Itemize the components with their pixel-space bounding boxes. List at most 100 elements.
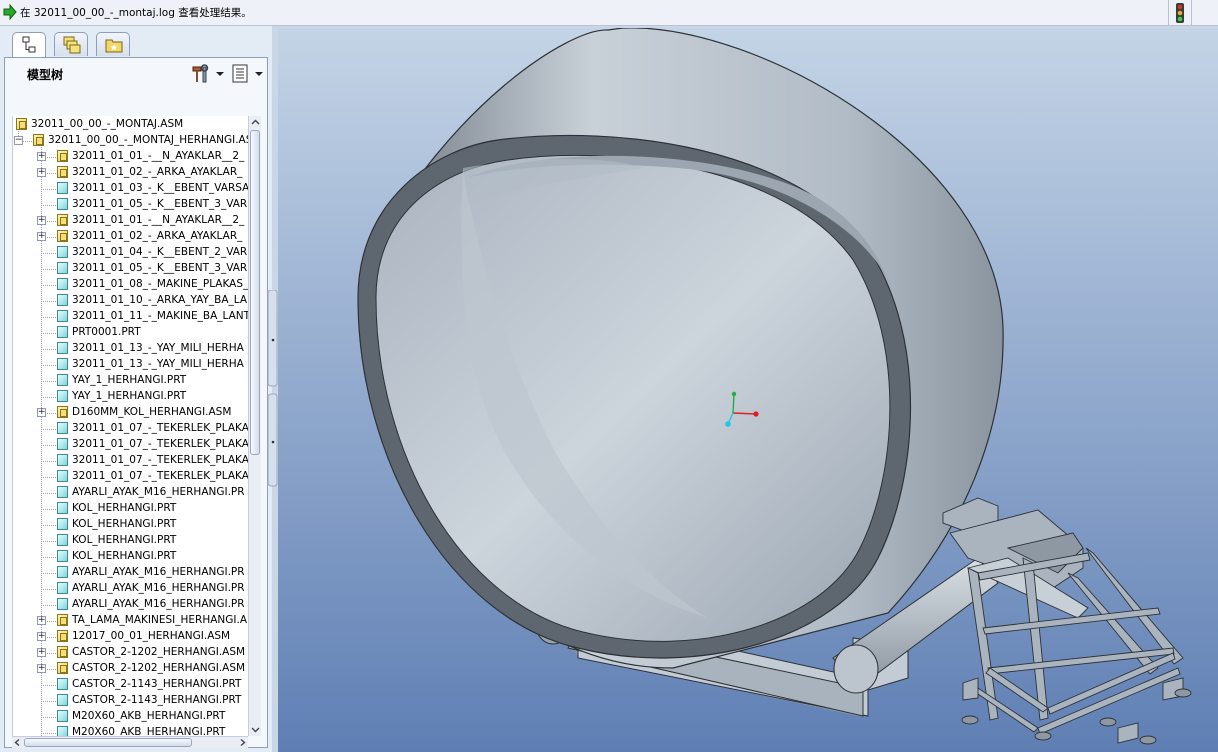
part-icon (57, 374, 68, 386)
tree-expand-toggle[interactable]: + (37, 632, 46, 641)
tree-item[interactable]: YAY_1_HERHANGI.PRT (13, 389, 249, 405)
tree-item[interactable]: + D160MM_KOL_HERHANGI.ASM (13, 405, 249, 421)
navigator-panel: 模型树 32011_00_00_-_MONTAJ.ASM −32011_00_00… (0, 26, 272, 752)
part-icon (57, 486, 68, 498)
tree-item[interactable]: 32011_01_07_-_TEKERLEK_PLAKA (13, 421, 249, 437)
tree-item[interactable]: − 32011_00_00_-_MONTAJ_HERHANGI.ASM (13, 133, 249, 149)
tree-item[interactable]: M20X60_AKB_HERHANGI.PRT (13, 709, 249, 725)
message-bar: 在 32011_00_00_-_montaj.log 查看处理结果。 (0, 0, 1218, 26)
tab-model-tree[interactable] (12, 32, 46, 58)
part-icon (57, 326, 68, 338)
tab-favorites[interactable] (96, 32, 130, 56)
tree-item[interactable]: 32011_01_13_-_YAY_MILI_HERHA (13, 357, 249, 373)
tree-expand-toggle[interactable]: + (37, 152, 46, 161)
tree-item[interactable]: 32011_01_03_-_K__EBENT_VARSA (13, 181, 249, 197)
part-icon (57, 262, 68, 274)
tree-item-label: 32011_01_05_-_K__EBENT_3_VAR (72, 262, 248, 274)
model-tree[interactable]: 32011_00_00_-_MONTAJ.ASM − 32011_00_00_-_M… (12, 116, 249, 736)
tree-item[interactable]: + CASTOR_2-1202_HERHANGI.ASM (13, 645, 249, 661)
green-arrow-icon (3, 3, 17, 23)
panel-title: 模型树 (27, 68, 64, 82)
part-icon (57, 502, 68, 514)
tree-guide-line (41, 557, 56, 558)
part-icon (57, 710, 68, 722)
part-icon (57, 438, 68, 450)
3d-model-view[interactable] (278, 28, 1218, 752)
scrollbar-thumb[interactable] (24, 738, 192, 747)
tree-item[interactable]: +32011_01_02_-_ARKA_AYAKLAR_ (13, 165, 249, 181)
tree-item[interactable]: KOL_HERHANGI.PRT (13, 533, 249, 549)
tree-expand-toggle[interactable]: + (37, 616, 46, 625)
horizontal-scrollbar[interactable] (12, 736, 248, 748)
list-options-icon (232, 64, 248, 83)
scroll-down-icon[interactable] (250, 724, 261, 735)
tree-item[interactable]: +12017_00_01_HERHANGI.ASM (13, 629, 249, 645)
assembly-icon (57, 166, 68, 178)
tree-item[interactable]: PRT0001.PRT (13, 325, 249, 341)
tree-item-label: D160MM_KOL_HERHANGI.ASM (72, 406, 232, 418)
show-dropdown-button[interactable] (229, 63, 265, 85)
part-icon (57, 550, 68, 562)
tab-layers[interactable] (54, 32, 88, 56)
tree-item[interactable]: 32011_01_07_-_TEKERLEK_PLAKA (13, 453, 249, 469)
tree-item[interactable]: CASTOR_2-1143_HERHANGI.PRT (13, 693, 249, 709)
tree-item[interactable]: +32011_01_02_-_ARKA_AYAKLAR_ (13, 229, 249, 245)
tree-item[interactable]: 32011_01_05_-_K__EBENT_3_VAR (13, 261, 249, 277)
tree-expand-toggle[interactable]: + (37, 664, 46, 673)
traffic-light-icon (1176, 3, 1184, 23)
tree-expand-toggle[interactable]: + (37, 648, 46, 657)
tree-item[interactable]: KOL_HERHANGI.PRT (13, 501, 249, 517)
assembly-icon (57, 614, 68, 626)
part-icon (57, 358, 68, 370)
tree-item[interactable]: + TA_LAMA_MAKINESI_HERHANGI.A (13, 613, 249, 629)
tree-expand-toggle[interactable]: + (37, 216, 46, 225)
tree-root-item[interactable]: 32011_00_00_-_MONTAJ.ASM (13, 117, 249, 133)
tree-collapse-toggle[interactable]: − (14, 136, 23, 145)
tree-item[interactable]: 32011_01_07_-_TEKERLEK_PLAKA (13, 469, 249, 485)
tree-item-label: 32011_01_04_-_K__EBENT_2_VAR (72, 246, 248, 258)
tree-item[interactable]: +32011_01_01_-__N_AYAKLAR__2_ (13, 213, 249, 229)
part-icon (57, 470, 68, 482)
tree-item[interactable]: + CASTOR_2-1202_HERHANGI.ASM (13, 661, 249, 677)
message-text: 在 32011_00_00_-_montaj.log 查看处理结果。 (20, 7, 252, 19)
tree-item[interactable]: AYARLI_AYAK_M16_HERHANGI.PR (13, 565, 249, 581)
tree-item[interactable]: M20X60_AKB_HERHANGI.PRT (13, 725, 249, 736)
scroll-left-icon[interactable] (13, 738, 22, 747)
assembly-icon (57, 646, 68, 658)
hammer-wrench-icon (192, 64, 209, 83)
tree-item[interactable]: 32011_01_08_-_MAKINE_PLAKAS_ (13, 277, 249, 293)
tree-guide-line (41, 573, 56, 574)
tree-item[interactable]: 32011_01_04_-_K__EBENT_2_VAR (13, 245, 249, 261)
tree-item-label: 32011_01_03_-_K__EBENT_VARSA (72, 182, 249, 194)
tree-item[interactable]: KOL_HERHANGI.PRT (13, 517, 249, 533)
tree-item-label: AYARLI_AYAK_M16_HERHANGI.PR (72, 566, 245, 578)
message-log-button[interactable] (1168, 0, 1192, 26)
vertical-scrollbar[interactable] (248, 116, 261, 736)
tree-item[interactable]: AYARLI_AYAK_M16_HERHANGI.PR (13, 581, 249, 597)
tree-expand-toggle[interactable]: + (37, 168, 46, 177)
tree-item[interactable]: 32011_01_07_-_TEKERLEK_PLAKA (13, 437, 249, 453)
tree-item-label: CASTOR_2-1143_HERHANGI.PRT (72, 678, 242, 690)
scroll-up-icon[interactable] (250, 117, 261, 128)
tree-item[interactable]: 32011_01_11_-_MAKINE_BA_LANT (13, 309, 249, 325)
tree-item[interactable]: 32011_01_05_-_K__EBENT_3_VAR (13, 197, 249, 213)
panel-splitter[interactable] (268, 290, 278, 490)
tree-expand-toggle[interactable]: + (37, 232, 46, 241)
graphics-viewport[interactable] (278, 28, 1218, 752)
part-icon (57, 198, 68, 210)
tree-item[interactable]: 32011_01_13_-_YAY_MILI_HERHA (13, 341, 249, 357)
tree-expand-toggle[interactable]: + (37, 408, 46, 417)
tree-item[interactable]: AYARLI_AYAK_M16_HERHANGI.PR (13, 485, 249, 501)
tree-item[interactable]: AYARLI_AYAK_M16_HERHANGI.PR (13, 597, 249, 613)
part-icon (57, 342, 68, 354)
scrollbar-thumb[interactable] (250, 130, 260, 455)
settings-dropdown-button[interactable] (190, 63, 226, 85)
tree-item[interactable]: 32011_01_10_-_ARKA_YAY_BA_LA (13, 293, 249, 309)
tree-item[interactable]: YAY_1_HERHANGI.PRT (13, 373, 249, 389)
tree-guide-line (41, 717, 56, 718)
tree-item[interactable]: KOL_HERHANGI.PRT (13, 549, 249, 565)
tree-item[interactable]: +32011_01_01_-__N_AYAKLAR__2_ (13, 149, 249, 165)
tree-item-label: 32011_00_00_-_MONTAJ_HERHANGI.ASM (48, 134, 249, 146)
scroll-right-icon[interactable] (238, 738, 247, 747)
tree-item[interactable]: CASTOR_2-1143_HERHANGI.PRT (13, 677, 249, 693)
